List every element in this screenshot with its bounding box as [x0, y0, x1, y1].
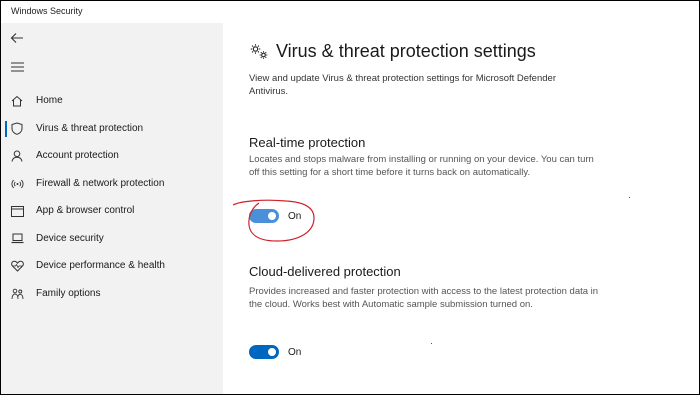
stray-mark: [431, 343, 432, 344]
shield-icon: [10, 122, 24, 136]
menu-button[interactable]: [7, 59, 27, 75]
sidebar-item-label: Home: [36, 95, 63, 106]
main-content: Virus & threat protection settings View …: [223, 23, 699, 394]
sidebar: Home Virus & threat protection Account p…: [1, 23, 223, 394]
page-header: Virus & threat protection settings: [249, 41, 536, 62]
laptop-icon: [10, 232, 24, 246]
wireless-signal-icon: [10, 177, 24, 191]
back-arrow-icon: [10, 33, 23, 43]
cloud-protection-description: Provides increased and faster protection…: [249, 286, 599, 310]
sidebar-nav: Home Virus & threat protection Account p…: [1, 87, 223, 307]
sidebar-item-account-protection[interactable]: Account protection: [1, 142, 223, 170]
sidebar-item-device-performance-health[interactable]: Device performance & health: [1, 252, 223, 280]
heart-pulse-icon: [10, 259, 24, 273]
sidebar-item-label: Account protection: [36, 150, 119, 161]
cloud-protection-toggle-row: On: [249, 345, 301, 359]
page-title: Virus & threat protection settings: [276, 41, 536, 61]
sidebar-item-label: App & browser control: [36, 205, 135, 216]
page-description: View and update Virus & threat protectio…: [249, 73, 556, 97]
sidebar-item-label: Family options: [36, 287, 101, 299]
cloud-protection-title: Cloud-delivered protection: [249, 264, 401, 279]
sidebar-item-device-security[interactable]: Device security: [1, 225, 223, 253]
cloud-protection-toggle-state: On: [288, 346, 302, 358]
toggle-knob: [268, 212, 276, 220]
home-icon: [10, 94, 24, 108]
realtime-protection-title: Real-time protection: [249, 135, 366, 150]
selection-indicator: [5, 120, 7, 137]
person-icon: [10, 149, 24, 163]
sidebar-item-label: Device performance & health: [36, 260, 165, 271]
stray-mark: [629, 197, 630, 198]
sidebar-item-family-options[interactable]: Family options: [1, 280, 223, 308]
sidebar-item-app-browser-control[interactable]: App & browser control: [1, 197, 223, 225]
sidebar-item-virus-threat-protection[interactable]: Virus & threat protection: [1, 115, 223, 143]
hamburger-menu-icon: [10, 62, 24, 72]
realtime-protection-toggle-state: On: [288, 210, 302, 222]
realtime-protection-toggle-row: On: [249, 209, 301, 223]
family-icon: [10, 287, 24, 301]
sidebar-item-label: Device security: [36, 232, 104, 244]
realtime-protection-toggle[interactable]: [249, 209, 279, 223]
sidebar-item-home[interactable]: Home: [1, 87, 223, 115]
sidebar-item-firewall-network-protection[interactable]: Firewall & network protection: [1, 170, 223, 198]
gears-icon: [250, 43, 268, 59]
app-window: Windows Security Home Virus & threat pro…: [0, 0, 700, 395]
cloud-protection-toggle[interactable]: [249, 345, 279, 359]
window-title: Windows Security: [11, 6, 83, 16]
sidebar-item-label: Firewall & network protection: [36, 177, 165, 189]
sidebar-item-label: Virus & threat protection: [36, 122, 144, 134]
toggle-knob: [268, 348, 276, 356]
browser-window-icon: [10, 204, 24, 218]
title-bar: Windows Security: [1, 1, 699, 23]
realtime-protection-description: Locates and stops malware from installin…: [249, 154, 594, 178]
back-button[interactable]: [7, 29, 27, 47]
